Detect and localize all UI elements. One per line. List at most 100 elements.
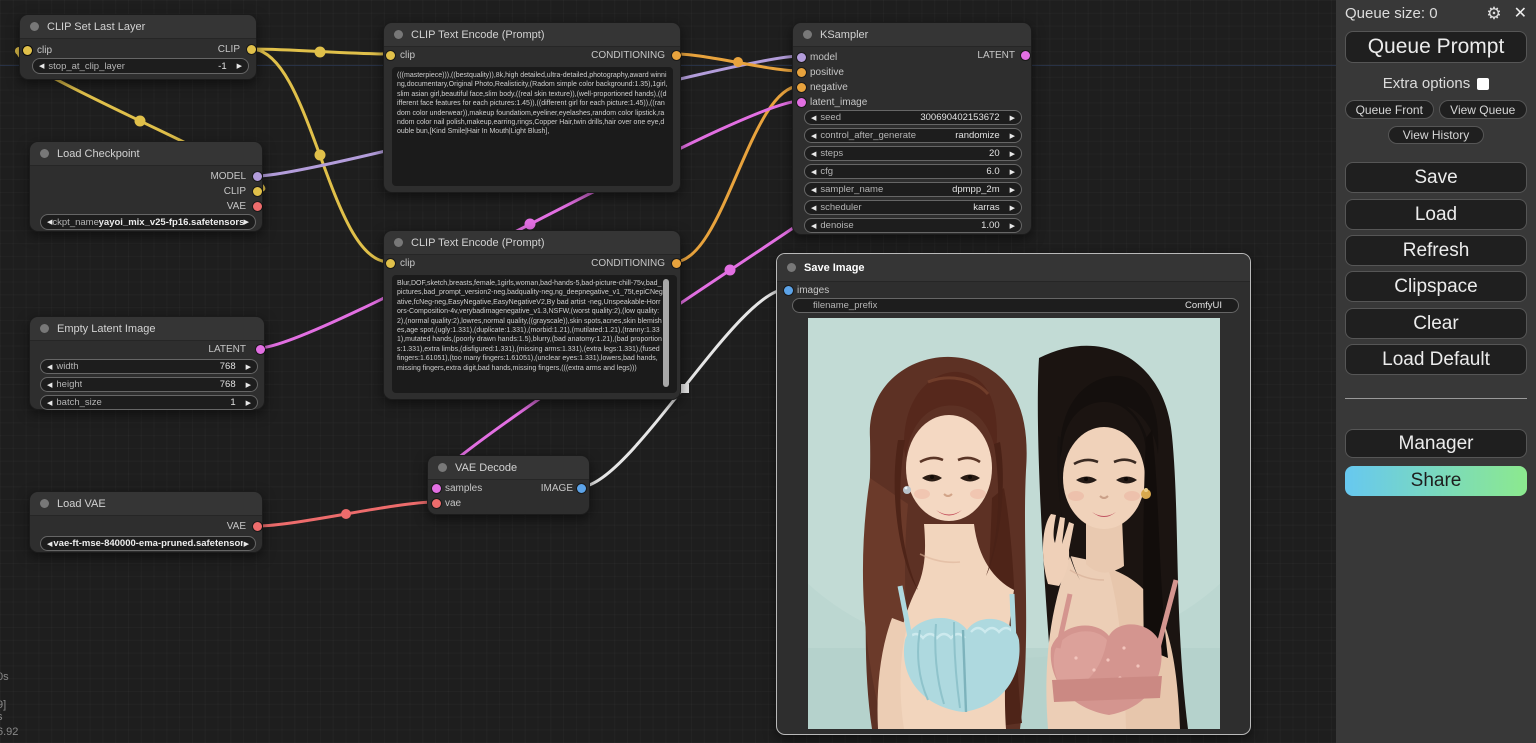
queue-front-button[interactable]: Queue Front [1345,100,1434,119]
widget-left-arrow-icon[interactable]: ◀ [811,168,816,176]
widget-left-arrow-icon[interactable]: ◀ [47,363,52,371]
widget-stop-at-clip-layer[interactable]: ◀ stop_at_clip_layer -1 ▶ [32,58,249,74]
input-slot-clip[interactable] [386,51,395,60]
manager-button[interactable]: Manager [1345,429,1527,458]
link-dot[interactable] [135,116,146,127]
collapse-dot[interactable] [438,463,447,472]
input-slot-latent-image[interactable] [797,98,806,107]
widget-cfg[interactable]: ◀ cfg 6.0 ▶ [804,164,1022,179]
output-slot-model[interactable] [253,172,262,181]
widget-steps[interactable]: ◀ steps 20 ▶ [804,146,1022,161]
link-dot-square[interactable] [680,384,689,393]
widget-right-arrow-icon[interactable]: ▶ [246,381,251,389]
collapse-dot[interactable] [40,499,49,508]
node-title-bar[interactable]: CLIP Set Last Layer [20,15,256,39]
save-button[interactable]: Save [1345,162,1527,193]
link-dot[interactable] [315,150,326,161]
widget-right-arrow-icon[interactable]: ▶ [1010,186,1015,194]
output-slot-latent[interactable] [256,345,265,354]
node-clip-text-encode-negative[interactable]: CLIP Text Encode (Prompt) clip CONDITION… [383,230,681,400]
link-dot[interactable] [341,509,351,519]
widget-denoise[interactable]: ◀ denoise 1.00 ▶ [804,218,1022,233]
node-title-bar[interactable]: Load VAE [30,492,262,516]
input-slot-positive[interactable] [797,68,806,77]
node-save-image[interactable]: Save Image images filename_prefix ComfyU… [776,253,1251,735]
widget-sampler-name[interactable]: ◀ sampler_name dpmpp_2m ▶ [804,182,1022,197]
node-clip-set-last-layer[interactable]: CLIP Set Last Layer clip CLIP ◀ stop_at_… [19,14,257,80]
widget-filename-prefix[interactable]: filename_prefix ComfyUI [792,298,1239,313]
widget-left-arrow-icon[interactable]: ◀ [47,381,52,389]
output-slot-clip[interactable] [253,187,262,196]
output-slot-clip[interactable] [247,45,256,54]
output-slot-image[interactable] [577,484,586,493]
widget-right-arrow-icon[interactable]: ▶ [246,399,251,407]
widget-vae-name[interactable]: ◀ vae-ft-mse-840000-ema-pruned.safetenso… [40,536,256,551]
widget-right-arrow-icon[interactable]: ▶ [1010,168,1015,176]
close-icon[interactable]: ✕ [1514,6,1527,22]
positive-prompt-textarea[interactable]: (((masterpiece))),((bestquality)),8k,hig… [392,67,673,186]
node-clip-text-encode-positive[interactable]: CLIP Text Encode (Prompt) clip CONDITION… [383,22,681,193]
node-title-bar[interactable]: VAE Decode [428,456,589,480]
link-dot[interactable] [733,57,743,67]
widget-right-arrow-icon[interactable]: ▶ [1010,204,1015,212]
generated-image-preview[interactable] [808,318,1220,729]
widget-width[interactable]: ◀ width 768 ▶ [40,359,258,374]
widget-scheduler[interactable]: ◀ scheduler karras ▶ [804,200,1022,215]
node-load-checkpoint[interactable]: Load Checkpoint MODEL CLIP VAE ◀ ckpt_na… [29,141,263,232]
node-title-bar[interactable]: Save Image [777,254,1250,282]
collapse-dot[interactable] [787,263,796,272]
widget-left-arrow-icon[interactable]: ◀ [811,150,816,158]
input-slot-samples[interactable] [432,484,441,493]
input-slot-clip[interactable] [386,259,395,268]
node-empty-latent-image[interactable]: Empty Latent Image LATENT ◀ width 768 ▶ … [29,316,265,410]
refresh-button[interactable]: Refresh [1345,235,1527,266]
share-button[interactable]: Share [1345,466,1527,496]
view-queue-button[interactable]: View Queue [1439,100,1528,119]
input-slot-images[interactable] [784,286,793,295]
node-title-bar[interactable]: CLIP Text Encode (Prompt) [384,23,680,47]
clipspace-button[interactable]: Clipspace [1345,271,1527,302]
node-title-bar[interactable]: CLIP Text Encode (Prompt) [384,231,680,255]
extra-options-checkbox[interactable] [1477,78,1489,90]
widget-right-arrow-icon[interactable]: ▶ [246,363,251,371]
widget-control-after-generate[interactable]: ◀ control_after_generate randomize ▶ [804,128,1022,143]
input-slot-vae[interactable] [432,499,441,508]
node-ksampler[interactable]: KSampler model positive negative latent_… [792,22,1032,235]
collapse-dot[interactable] [30,22,39,31]
settings-gear-icon[interactable]: ⚙ [1486,5,1501,22]
widget-left-arrow-icon[interactable]: ◀ [811,222,816,230]
output-slot-vae[interactable] [253,522,262,531]
input-slot-clip-dot[interactable] [23,46,32,55]
link-dot[interactable] [725,265,736,276]
link-dot[interactable] [525,219,536,230]
collapse-dot[interactable] [40,324,49,333]
queue-prompt-button[interactable]: Queue Prompt [1345,31,1527,63]
collapse-dot[interactable] [40,149,49,158]
node-graph-canvas[interactable]: CLIP Set Last Layer clip CLIP ◀ stop_at_… [0,0,1336,743]
widget-ckpt-name[interactable]: ◀ ckpt_name yayoi_mix_v25-fp16.safetenso… [40,214,256,230]
node-vae-decode[interactable]: VAE Decode samples vae IMAGE [427,455,590,515]
output-slot-conditioning[interactable] [672,51,681,60]
load-default-button[interactable]: Load Default [1345,344,1527,375]
widget-right-arrow-icon[interactable]: ▶ [1010,132,1015,140]
widget-left-arrow-icon[interactable]: ◀ [811,114,816,122]
widget-left-arrow-icon[interactable]: ◀ [47,540,52,548]
widget-right-arrow-icon[interactable]: ▶ [244,540,249,548]
node-title-bar[interactable]: Load Checkpoint [30,142,262,166]
node-load-vae[interactable]: Load VAE VAE ◀ vae-ft-mse-840000-ema-pru… [29,491,263,553]
output-slot-conditioning[interactable] [672,259,681,268]
widget-right-arrow-icon[interactable]: ▶ [1010,114,1015,122]
load-button[interactable]: Load [1345,199,1527,230]
input-slot-negative[interactable] [797,83,806,92]
node-title-bar[interactable]: Empty Latent Image [30,317,264,341]
widget-right-arrow-icon[interactable]: ▶ [244,218,249,226]
input-slot-model[interactable] [797,53,806,62]
widget-height[interactable]: ◀ height 768 ▶ [40,377,258,392]
collapse-dot[interactable] [803,30,812,39]
widget-batch-size[interactable]: ◀ batch_size 1 ▶ [40,395,258,410]
widget-left-arrow-icon[interactable]: ◀ [811,204,816,212]
link-dot[interactable] [315,47,326,58]
widget-left-arrow-icon[interactable]: ◀ [811,132,816,140]
negative-prompt-textarea[interactable]: Blur,DOF,sketch,breasts,female,1girls,wo… [392,275,677,393]
collapse-dot[interactable] [394,30,403,39]
